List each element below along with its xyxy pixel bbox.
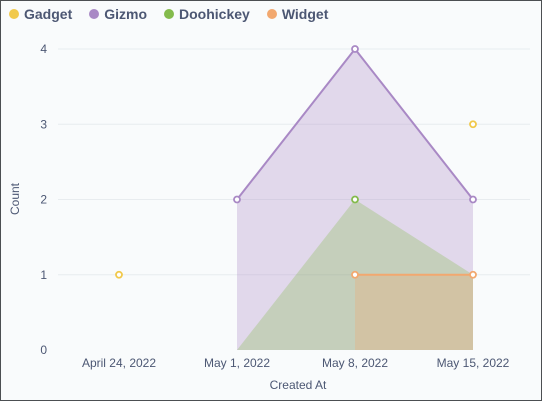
x-tick-label: May 8, 2022 (322, 356, 388, 370)
point-gizmo (469, 195, 477, 204)
x-tick-label: May 1, 2022 (204, 356, 270, 370)
y-tick-label: 0 (40, 343, 47, 357)
x-tick-label: April 24, 2022 (82, 356, 156, 370)
point-doohickey (351, 195, 359, 204)
y-tick-label: 3 (40, 117, 47, 131)
x-tick-label: May 15, 2022 (437, 356, 510, 370)
area-widget (355, 274, 473, 350)
point-widget (351, 270, 359, 279)
y-axis-title: Count (8, 182, 22, 215)
point-gadget (469, 120, 477, 129)
point-widget (469, 270, 477, 279)
point-gizmo (233, 195, 241, 204)
y-tick-label: 1 (40, 268, 47, 282)
x-axis-title: Created At (270, 378, 327, 392)
chart-plot: 0 1 2 3 4 April 24, 2022 May 1, 2022 May 8, 202… (8, 42, 530, 392)
y-tick-label: 4 (40, 42, 47, 56)
point-gizmo (351, 45, 359, 53)
y-tick-label: 2 (40, 193, 47, 207)
point-gadget (115, 270, 123, 279)
